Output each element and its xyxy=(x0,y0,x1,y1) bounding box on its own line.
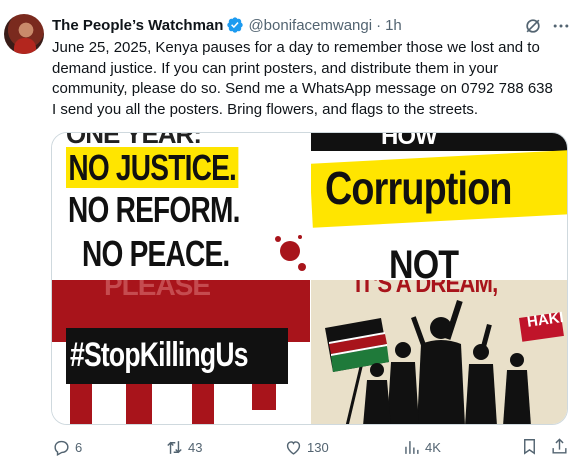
like-button[interactable]: 130 xyxy=(284,436,329,458)
poster-no-justice[interactable]: ONE YEAR: NO JUSTICE. NO REFORM. NO PEAC… xyxy=(52,133,310,279)
tweet-text-line: demand justice. If you can print posters… xyxy=(52,59,499,77)
poster-banner xyxy=(311,133,567,151)
views-icon xyxy=(405,440,419,454)
views-button[interactable]: 4K xyxy=(402,436,441,458)
grok-icon[interactable] xyxy=(523,16,543,36)
view-count: 4K xyxy=(425,439,441,455)
poster-corruption[interactable]: HOW Corruption NOT xyxy=(311,133,567,279)
more-options-icon[interactable] xyxy=(551,16,571,36)
poster-text: PLEASE xyxy=(104,280,211,301)
tweet-text-line: community, please do so. Send me a Whats… xyxy=(52,80,553,97)
avatar[interactable] xyxy=(4,14,44,54)
like-count: 130 xyxy=(307,439,329,455)
tweet-text-line: June 25, 2025, Kenya pauses for a day to… xyxy=(52,39,540,56)
reply-icon xyxy=(54,440,69,456)
poster-text: NO REFORM. xyxy=(68,189,240,230)
poster-stop-killing-us[interactable]: PLEASE #StopKillingUs xyxy=(52,280,310,424)
heart-icon xyxy=(286,440,301,455)
poster-text: Corruption xyxy=(325,162,512,214)
reply-button[interactable]: 6 xyxy=(52,436,82,458)
poster-text: NOT xyxy=(389,243,459,279)
author-handle[interactable]: @bonifacemwangi xyxy=(248,17,372,34)
timestamp[interactable]: 1h xyxy=(385,17,402,34)
poster-text: #StopKillingUs xyxy=(70,336,248,374)
share-icon[interactable] xyxy=(550,437,569,456)
poster-text: HOW xyxy=(381,133,438,150)
poster-text: NO PEACE. xyxy=(82,233,230,274)
bookmark-icon[interactable] xyxy=(520,437,539,456)
tweet-text: June 25, 2025, Kenya pauses for a day to… xyxy=(52,38,572,120)
separator: · xyxy=(376,16,382,34)
poster-text: NO JUSTICE. xyxy=(66,147,239,189)
poster-haki[interactable]: IT'S A DREAM, HAKI xyxy=(311,280,567,424)
repost-count: 43 xyxy=(188,439,203,455)
repost-button[interactable]: 43 xyxy=(165,436,202,458)
blood-splatter-icon xyxy=(275,235,306,271)
reply-count: 6 xyxy=(75,439,83,455)
poster-text: IT'S A DREAM, xyxy=(355,280,498,298)
tweet-actions: 6 43 130 4K xyxy=(0,436,585,458)
tweet-header: The People’s Watchman @bonifacemwangi · … xyxy=(52,14,402,36)
repost-icon xyxy=(167,440,182,454)
verified-badge-icon xyxy=(227,17,244,33)
tweet[interactable]: The People’s Watchman @bonifacemwangi · … xyxy=(0,0,585,466)
poster-text: NO JUSTICE. xyxy=(66,147,239,188)
media-grid[interactable]: ONE YEAR: NO JUSTICE. NO REFORM. NO PEAC… xyxy=(51,132,568,425)
author-name[interactable]: The People’s Watchman xyxy=(52,17,223,34)
tweet-text-line: I send you all the posters. Bring flower… xyxy=(52,100,479,118)
